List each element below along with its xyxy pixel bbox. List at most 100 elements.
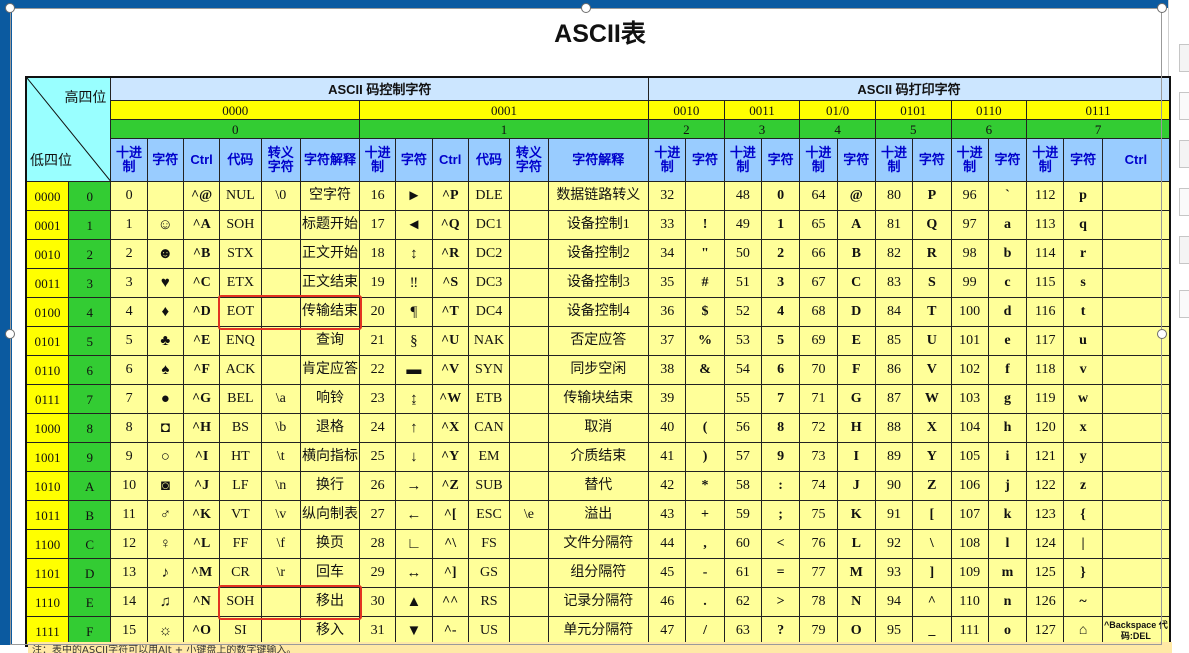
- ctrl-cell: ^H: [182, 413, 221, 443]
- side-tab[interactable]: [1179, 236, 1189, 264]
- dec-cell: 73: [799, 442, 838, 472]
- char-cell: B: [836, 239, 876, 269]
- char-cell: ←: [395, 500, 433, 530]
- code-cell: FS: [467, 529, 511, 559]
- char-cell: $: [685, 297, 725, 327]
- low-bits-bin: 1100: [25, 529, 69, 559]
- resize-handle[interactable]: [581, 3, 591, 13]
- dec-cell: 102: [950, 355, 989, 385]
- high-bits-dec: 6: [950, 119, 1028, 139]
- ctrl-cell: ^S: [431, 268, 469, 298]
- escape-cell: [509, 471, 549, 501]
- dec-cell: 17: [359, 210, 397, 240]
- page-title: ASCII表: [554, 20, 646, 48]
- table-row: 0100 4 4 ♦ ^D EOT 传输结束 20 ¶ ^T DC4 设备控制4 36 $52 4 68 D 84…: [25, 297, 1171, 327]
- corner-low-label: 低四位: [30, 154, 72, 169]
- sub-header: Ctrl: [1101, 138, 1171, 182]
- dec-cell: 109: [950, 558, 989, 588]
- ctrl-cell: ^E: [182, 326, 221, 356]
- desc-cell: 空字符: [299, 181, 361, 211]
- resize-handle[interactable]: [1157, 329, 1167, 339]
- sub-header: 十进制: [799, 138, 838, 182]
- resize-handle[interactable]: [5, 329, 15, 339]
- table-row: 1110 E 14 ♫ ^N SOH 移出 30 ▲ ^^ RS 记录分隔符 46. 62 >78 N 94 ^ 1…: [25, 587, 1171, 617]
- resize-handle[interactable]: [5, 3, 15, 13]
- char-cell: {: [1063, 500, 1103, 530]
- high-bits-bin: 0111: [1026, 100, 1171, 120]
- last-ctrl-cell: [1101, 442, 1171, 472]
- side-tab[interactable]: [1179, 92, 1189, 120]
- char-cell: ;: [760, 500, 801, 530]
- low-bits-hex: 6: [67, 355, 112, 385]
- dec-cell: 106: [950, 471, 989, 501]
- last-ctrl-cell: [1101, 384, 1171, 414]
- ctrl-cell: ^L: [182, 529, 221, 559]
- resize-handle[interactable]: [1157, 3, 1167, 13]
- last-ctrl-cell: [1101, 529, 1171, 559]
- last-ctrl-cell: [1101, 500, 1171, 530]
- low-bits-hex: 2: [67, 239, 112, 269]
- sub-header: 字符: [1063, 138, 1103, 182]
- code-cell: ETX: [219, 268, 262, 298]
- char-cell: ○: [146, 442, 184, 472]
- low-bits-hex: 5: [67, 326, 112, 356]
- escape-cell: [260, 239, 301, 269]
- char-cell: b: [987, 239, 1028, 269]
- dec-cell: 75: [799, 500, 838, 530]
- ctrl-cell: ^P: [431, 181, 469, 211]
- desc-cell: 介质结束: [547, 442, 650, 472]
- dec-cell: 117: [1026, 326, 1065, 356]
- low-bits-bin: 0110: [25, 355, 69, 385]
- sub-header: Ctrl: [182, 138, 221, 182]
- escape-cell: \v: [260, 500, 301, 530]
- code-cell: BEL: [219, 384, 262, 414]
- char-cell: →: [395, 471, 433, 501]
- code-cell: SOH: [219, 210, 262, 240]
- char-cell: .: [685, 587, 725, 617]
- sub-header: 十进制: [950, 138, 989, 182]
- ctrl-cell: ^F: [182, 355, 221, 385]
- side-tab[interactable]: [1179, 290, 1189, 318]
- dec-cell: 39: [648, 384, 687, 414]
- side-tab[interactable]: [1179, 188, 1189, 216]
- dec-cell: 33: [648, 210, 687, 240]
- dec-cell: 122: [1026, 471, 1065, 501]
- side-tab[interactable]: [1179, 140, 1189, 168]
- code-cell: SYN: [467, 355, 511, 385]
- dec-cell: 66: [799, 239, 838, 269]
- char-cell: \: [912, 529, 952, 559]
- char-cell: v: [1063, 355, 1103, 385]
- char-cell: ☻: [146, 239, 184, 269]
- char-cell: }: [1063, 558, 1103, 588]
- sub-header: Ctrl: [431, 138, 469, 182]
- last-ctrl-cell: [1101, 471, 1171, 501]
- escape-cell: \a: [260, 384, 301, 414]
- char-cell: c: [987, 268, 1028, 298]
- sub-header: 字符解释: [299, 138, 361, 182]
- char-cell: A: [836, 210, 876, 240]
- ctrl-cell: ^J: [182, 471, 221, 501]
- desc-cell: 溢出: [547, 500, 650, 530]
- code-cell: EM: [467, 442, 511, 472]
- char-cell: V: [912, 355, 952, 385]
- dec-cell: 57: [723, 442, 762, 472]
- code-cell: VT: [219, 500, 262, 530]
- desc-cell: 取消: [547, 413, 650, 443]
- dec-cell: 61: [723, 558, 762, 588]
- desc-cell: 同步空闲: [547, 355, 650, 385]
- char-cell: i: [987, 442, 1028, 472]
- char-cell: T: [912, 297, 952, 327]
- char-cell: [: [912, 500, 952, 530]
- low-bits-hex: E: [67, 587, 112, 617]
- escape-cell: \0: [260, 181, 301, 211]
- char-cell: ↓: [395, 442, 433, 472]
- char-cell: s: [1063, 268, 1103, 298]
- last-ctrl-cell: [1101, 413, 1171, 443]
- high-bits-bin: 0001: [359, 100, 650, 120]
- dec-cell: 3: [110, 268, 148, 298]
- desc-cell: 标题开始: [299, 210, 361, 240]
- table-row: 0010 2 2 ☻ ^B STX 正文开始 18 ↕ ^R DC2 设备控制2 34 " 50 2 66 B 82…: [25, 239, 1171, 269]
- high-bits-dec: 7: [1026, 119, 1171, 139]
- high-bits-dec: 0: [110, 119, 361, 139]
- high-bits-dec: 1: [359, 119, 650, 139]
